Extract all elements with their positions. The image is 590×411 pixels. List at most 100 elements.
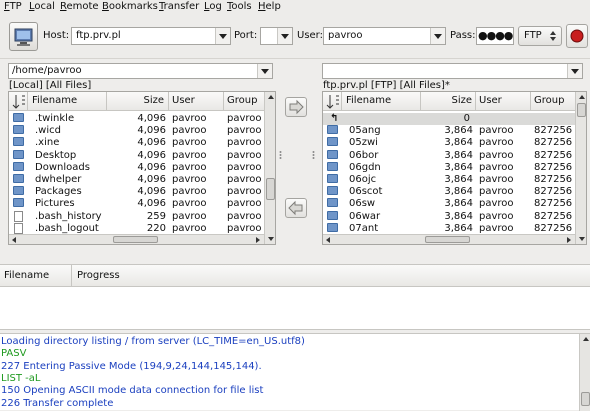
stop-button[interactable] <box>566 24 588 48</box>
menu-tools[interactable]: Tools <box>227 1 252 12</box>
port-dropdown-arrow[interactable] <box>277 28 292 44</box>
local-header-size[interactable]: Size <box>107 92 169 111</box>
local-file-row[interactable]: Desktop 4,096 pavroo pavroo <box>9 149 264 162</box>
local-path-combo[interactable]: /home/pavroo <box>8 63 273 79</box>
remote-sort-header[interactable] <box>323 92 342 111</box>
password-input[interactable]: ●●●● <box>476 27 514 45</box>
log-vertical-scrollbar[interactable] <box>579 334 590 411</box>
file-size: 220 <box>146 222 166 234</box>
file-user: pavroo <box>479 222 514 234</box>
remote-file-row[interactable]: 06bor 3,864 pavroo 827256 <box>323 149 578 162</box>
remote-file-row[interactable]: 06scot 3,864 pavroo 827256 <box>323 186 578 198</box>
remote-file-row[interactable]: ↰ 0 <box>323 113 575 125</box>
file-size: 3,864 <box>444 174 473 185</box>
remote-file-list[interactable]: Filename Size User Group ↰ 0 05ang 3,864 pav… <box>322 91 587 245</box>
remote-vertical-scrollbar[interactable] <box>575 92 586 244</box>
file-name: Packages <box>35 186 82 198</box>
log-panel[interactable]: Loading directory listing / from server … <box>0 333 590 411</box>
queue-header-progress[interactable]: Progress <box>72 265 590 287</box>
file-size: 4,096 <box>137 137 166 149</box>
protocol-select[interactable]: FTP <box>518 26 562 46</box>
menu-log[interactable]: Log <box>204 1 222 12</box>
local-horizontal-scrollbar[interactable] <box>9 234 264 244</box>
remote-header-group[interactable]: Group <box>531 92 576 111</box>
scroll-down-icon[interactable] <box>266 234 275 243</box>
remote-file-row[interactable]: 07ant 3,864 pavroo 827256 <box>323 222 578 235</box>
scroll-right-icon[interactable] <box>253 235 262 244</box>
arrow-right-icon <box>289 99 304 115</box>
file-size: 3,864 <box>444 210 473 222</box>
remote-vertical-thumb[interactable] <box>577 103 586 117</box>
local-file-row[interactable]: Packages 4,096 pavroo pavroo <box>9 186 264 198</box>
upload-button[interactable] <box>285 97 307 117</box>
remote-file-row[interactable]: 06gdn 3,864 pavroo 827256 <box>323 161 578 174</box>
local-header-group[interactable]: Group <box>224 92 266 111</box>
remote-header-user[interactable]: User <box>476 92 531 111</box>
local-file-list[interactable]: Filename Size User Group .twinkle 4,096 pa… <box>8 91 276 245</box>
port-input[interactable] <box>260 27 293 45</box>
menu-transfer[interactable]: Transfer <box>159 1 199 12</box>
local-file-row[interactable]: .xine 4,096 pavroo pavroo <box>9 137 264 149</box>
folder-icon <box>327 161 338 171</box>
menu-remote[interactable]: Remote <box>60 1 99 12</box>
user-input[interactable]: pavroo <box>323 27 446 45</box>
file-user: pavroo <box>172 210 207 222</box>
scroll-up-icon[interactable] <box>581 335 590 344</box>
scroll-up-icon[interactable] <box>266 93 275 102</box>
remote-path-combo[interactable] <box>322 63 583 79</box>
local-file-row[interactable]: dwhelper 4,096 pavroo pavroo <box>9 174 264 186</box>
menu-ftp[interactable]: FTP <box>4 1 22 12</box>
remote-file-row[interactable]: 05ang 3,864 pavroo 827256 <box>323 125 578 137</box>
remote-file-row[interactable]: 05zwi 3,864 pavroo 827256 <box>323 137 578 149</box>
log-vertical-thumb[interactable] <box>581 392 590 406</box>
local-file-row[interactable]: Downloads 4,096 pavroo pavroo <box>9 161 264 174</box>
local-file-row[interactable]: .wicd 4,096 pavroo pavroo <box>9 125 264 137</box>
local-sort-header[interactable] <box>9 92 28 111</box>
queue-header-filename[interactable]: Filename <box>0 265 72 287</box>
menu-local[interactable]: Local <box>29 1 55 12</box>
local-file-row[interactable]: .bash_logout 220 pavroo pavroo <box>9 222 264 235</box>
file-size: 4,096 <box>137 198 166 210</box>
local-file-row[interactable]: .bash_history 259 pavroo pavroo <box>9 210 264 223</box>
remote-header-filename[interactable]: Filename <box>342 92 421 111</box>
remote-file-row[interactable]: 06war 3,864 pavroo 827256 <box>323 210 578 223</box>
remote-file-row[interactable]: 06ojc 3,864 pavroo 827256 <box>323 174 578 186</box>
menu-bookmarks[interactable]: Bookmarks <box>102 1 158 12</box>
transfer-queue[interactable]: Filename Progress <box>0 264 590 330</box>
file-size: 4,096 <box>137 186 166 198</box>
remote-horizontal-thumb[interactable] <box>425 236 470 243</box>
local-path-dropdown-arrow[interactable] <box>257 64 272 78</box>
left-pane-grip[interactable] <box>279 150 282 160</box>
file-group: 827256 <box>534 210 573 222</box>
local-header-filename[interactable]: Filename <box>28 92 107 111</box>
scroll-left-icon[interactable] <box>324 235 333 244</box>
local-vertical-thumb[interactable] <box>266 178 275 200</box>
host-input[interactable]: ftp.prv.pl <box>71 27 231 45</box>
scroll-left-icon[interactable] <box>10 235 19 244</box>
scroll-up-icon[interactable] <box>577 93 586 102</box>
local-horizontal-thumb[interactable] <box>113 236 158 243</box>
file-group: 827256 <box>534 137 573 149</box>
remote-header-size[interactable]: Size <box>421 92 476 111</box>
user-dropdown-arrow[interactable] <box>430 28 445 44</box>
file-user: pavroo <box>479 210 514 222</box>
local-file-row[interactable]: Pictures 4,096 pavroo pavroo <box>9 198 264 210</box>
right-pane-grip[interactable] <box>312 150 315 160</box>
menu-help[interactable]: Help <box>258 1 281 12</box>
connect-button[interactable] <box>9 22 38 51</box>
remote-subtitle: ftp.prv.pl [FTP] [All Files]* <box>323 80 450 91</box>
file-name: 07ant <box>349 222 379 234</box>
remote-path-dropdown-arrow[interactable] <box>567 64 582 78</box>
local-header-user[interactable]: User <box>169 92 224 111</box>
file-user: pavroo <box>172 137 207 149</box>
remote-horizontal-scrollbar[interactable] <box>323 234 575 244</box>
remote-file-row[interactable]: 06sw 3,864 pavroo 827256 <box>323 198 578 210</box>
host-dropdown-arrow[interactable] <box>215 28 230 44</box>
folder-icon <box>13 198 24 208</box>
download-button[interactable] <box>285 198 307 218</box>
file-icon <box>14 222 23 234</box>
scroll-down-icon[interactable] <box>577 234 586 243</box>
local-vertical-scrollbar[interactable] <box>264 92 275 244</box>
local-file-row[interactable]: .twinkle 4,096 pavroo pavroo <box>9 113 264 125</box>
scroll-right-icon[interactable] <box>564 235 573 244</box>
